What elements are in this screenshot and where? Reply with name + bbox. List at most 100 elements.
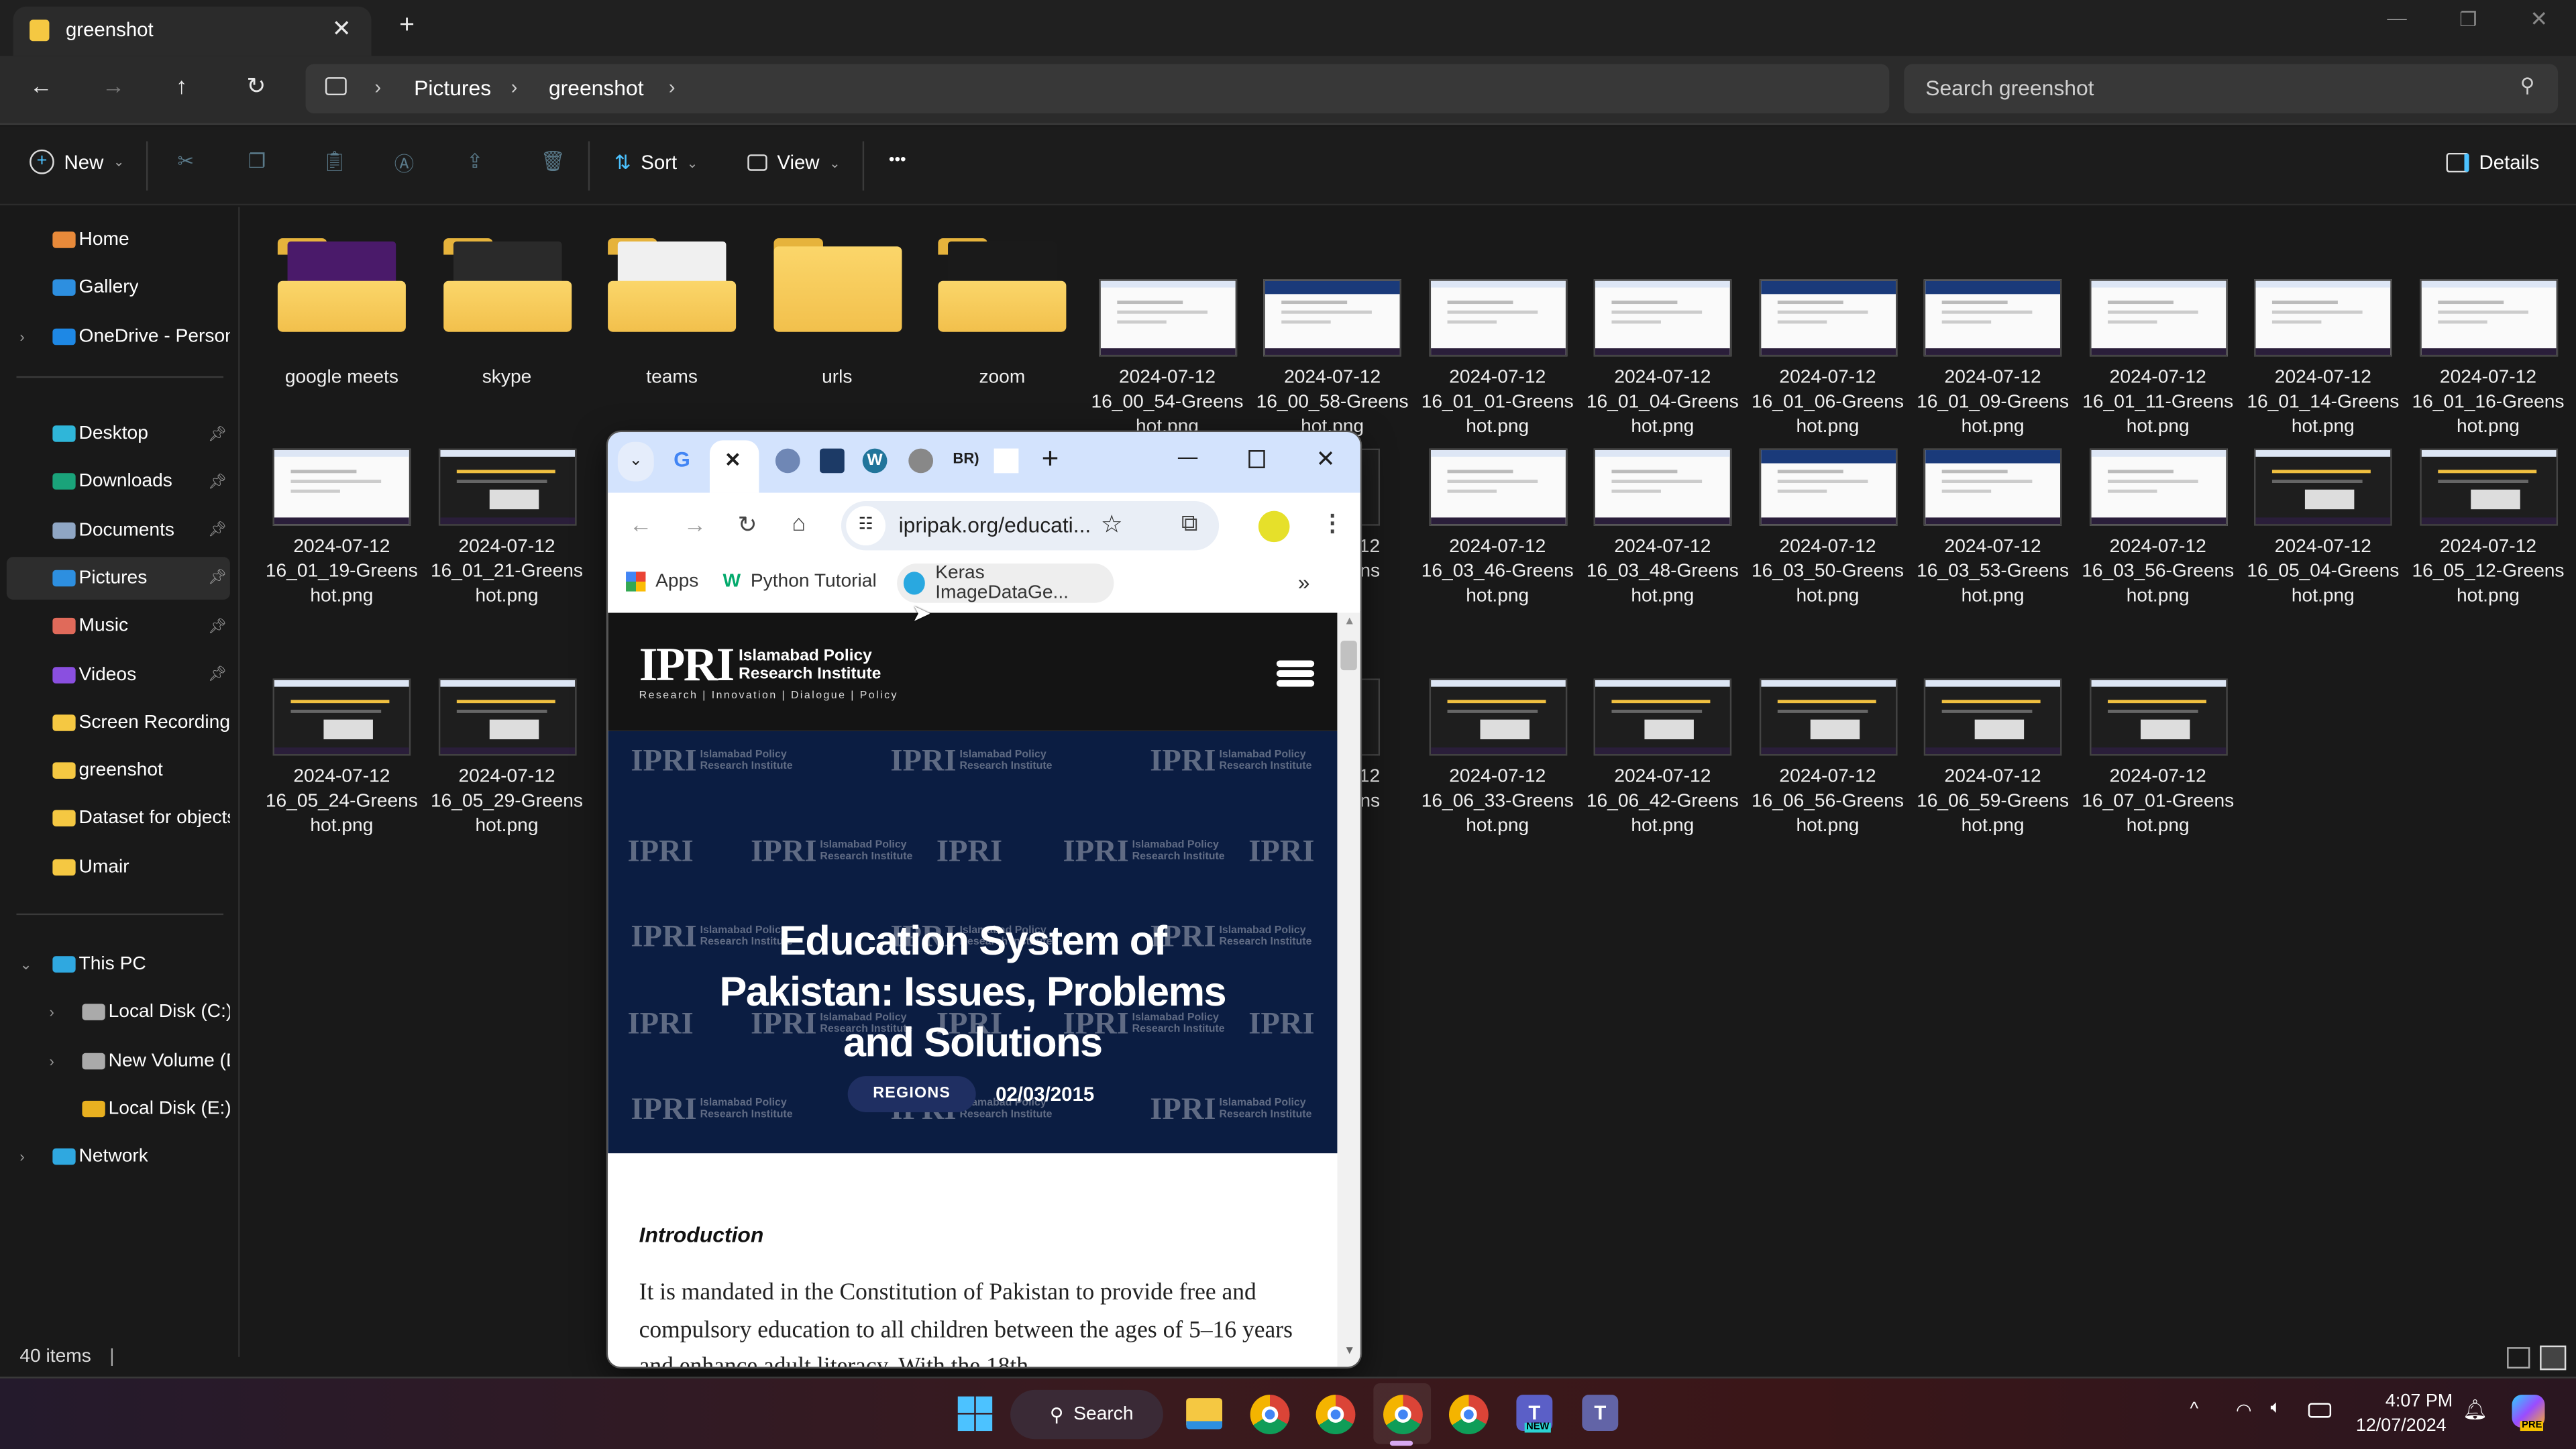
- tab-favicon-plant[interactable]: [820, 448, 845, 474]
- battery-icon[interactable]: [2308, 1403, 2332, 1418]
- hamburger-menu-icon[interactable]: [1276, 660, 1315, 687]
- file-item[interactable]: 2024-07-12 16_01_11-Greens hot.png: [2079, 279, 2237, 440]
- chrome-app[interactable]: [1250, 1395, 1290, 1434]
- bookmark-apps[interactable]: Apps: [626, 572, 698, 592]
- file-item[interactable]: 2024-07-12 16_01_16-Greens hot.png: [2409, 279, 2567, 440]
- page-scrollbar[interactable]: ▲ ▼: [1337, 612, 1360, 1367]
- ipri-logo[interactable]: IPRI Islamabad Policy Research Institute…: [639, 641, 898, 701]
- menu-kebab-icon[interactable]: ⋮: [1321, 509, 1344, 537]
- file-item[interactable]: 2024-07-12 16_01_04-Greens hot.png: [1584, 279, 1741, 440]
- file-item[interactable]: 2024-07-12 16_03_50-Greens hot.png: [1749, 448, 1907, 610]
- active-tab[interactable]: ✕: [709, 440, 759, 493]
- more-bookmarks-icon[interactable]: »: [1298, 570, 1310, 595]
- file-item[interactable]: 2024-07-12 16_03_56-Greens hot.png: [2079, 448, 2237, 610]
- scroll-thumb[interactable]: [1340, 641, 1357, 671]
- file-item[interactable]: 2024-07-12 16_00_58-Greens hot.png: [1254, 279, 1411, 440]
- file-item[interactable]: 2024-07-12 16_01_21-Greens hot.png: [428, 448, 586, 610]
- file-item[interactable]: 2024-07-12 16_01_09-Greens hot.png: [1914, 279, 2072, 440]
- back-button[interactable]: ←: [629, 511, 652, 537]
- file-name-line: 2024-07-12: [2274, 368, 2371, 388]
- file-item[interactable]: 2024-07-12 16_03_48-Greens hot.png: [1584, 448, 1741, 610]
- clock-date[interactable]: 12/07/2024: [2356, 1416, 2447, 1436]
- clock-time[interactable]: 4:07 PM: [2385, 1391, 2453, 1411]
- file-item[interactable]: 2024-07-12 16_07_01-Greens hot.png: [2079, 678, 2237, 839]
- bookmark-keras[interactable]: Keras ImageDataGe...: [897, 564, 1114, 603]
- file-name-line: hot.png: [2126, 586, 2190, 606]
- maximize-button[interactable]: [1248, 450, 1265, 468]
- file-name-line: 2024-07-12: [1449, 767, 1546, 788]
- file-item[interactable]: 2024-07-12 16_01_19-Greens hot.png: [263, 448, 421, 610]
- file-item[interactable]: 2024-07-12 16_05_24-Greens hot.png: [263, 678, 421, 839]
- close-tab-icon[interactable]: ✕: [724, 449, 741, 472]
- taskbar-search[interactable]: ⚲ Search: [1010, 1389, 1163, 1440]
- watermark-line: Islamabad Policy: [959, 749, 1046, 761]
- ipri-watermark: IPRIIslamabad PolicyResearch Institute: [890, 744, 1052, 780]
- web-page: IPRI Islamabad Policy Research Institute…: [608, 612, 1338, 1367]
- apps-grid-icon: [626, 572, 646, 592]
- tab-search-button[interactable]: ⌄: [617, 441, 654, 482]
- file-name-line: hot.png: [2456, 417, 2520, 437]
- watermark-line: Research Institute: [959, 1109, 1053, 1121]
- wordpress-tab-icon[interactable]: W: [862, 448, 888, 474]
- scroll-down-arrow[interactable]: ▼: [1344, 1346, 1355, 1357]
- folder-teams[interactable]: teams: [593, 235, 751, 391]
- file-item[interactable]: 2024-07-12 16_00_54-Greens hot.png: [1088, 279, 1246, 440]
- close-window-button[interactable]: ✕: [1316, 445, 1336, 474]
- details-view-toggle[interactable]: [2507, 1347, 2530, 1369]
- file-thumbnail: [1593, 448, 1732, 526]
- notification-bell-icon[interactable]: 🔔︎: [2463, 1398, 2487, 1421]
- folder-urls[interactable]: urls: [758, 235, 916, 391]
- file-item[interactable]: 2024-07-12 16_05_29-Greens hot.png: [428, 678, 586, 839]
- search-icon: ⚲: [1049, 1406, 1064, 1426]
- br-tab-icon[interactable]: BR): [953, 450, 979, 466]
- show-hidden-icons[interactable]: ^: [2190, 1400, 2198, 1419]
- tab-favicon-ipri[interactable]: [775, 448, 800, 474]
- category-badge[interactable]: REGIONS: [847, 1076, 976, 1112]
- chrome-profile-app[interactable]: [1316, 1395, 1356, 1434]
- file-item[interactable]: 2024-07-12 16_01_06-Greens hot.png: [1749, 279, 1907, 440]
- watermark-line: Research Institute: [1219, 1109, 1312, 1121]
- globe-tab-icon[interactable]: [908, 448, 934, 474]
- file-item[interactable]: 2024-07-12 16_05_04-Greens hot.png: [2244, 448, 2402, 610]
- file-item[interactable]: 2024-07-12 16_01_01-Greens hot.png: [1419, 279, 1576, 440]
- folder-google-meets[interactable]: google meets: [263, 235, 421, 391]
- folder-name: urls: [822, 368, 853, 388]
- folder-zoom[interactable]: zoom: [923, 235, 1081, 391]
- file-item[interactable]: 2024-07-12 16_05_12-Greens hot.png: [2409, 448, 2567, 610]
- file-name-line: 16_06_59-Greens: [1917, 792, 2070, 812]
- google-tab-icon[interactable]: G: [674, 447, 690, 472]
- file-explorer-app[interactable]: [1186, 1398, 1223, 1430]
- bookmark-star-icon[interactable]: ☆: [1101, 509, 1123, 539]
- file-item[interactable]: 2024-07-12 16_06_33-Greens hot.png: [1419, 678, 1576, 839]
- extensions-icon[interactable]: ⧉: [1181, 509, 1197, 537]
- chrome-active-app[interactable]: [1383, 1395, 1423, 1434]
- file-thumbnail: [2419, 448, 2557, 526]
- wifi-icon[interactable]: ◠: [2236, 1400, 2252, 1421]
- site-info-icon[interactable]: ☷: [846, 506, 886, 546]
- file-thumbnail: [1758, 448, 1897, 526]
- file-name-line: 16_05_04-Greens: [2247, 561, 2400, 582]
- start-button[interactable]: [957, 1396, 993, 1432]
- bookmark-python-tutorial[interactable]: W Python Tutorial: [723, 572, 877, 591]
- chrome-app[interactable]: [1449, 1395, 1489, 1434]
- minimize-button[interactable]: —: [1178, 445, 1197, 468]
- file-item[interactable]: 2024-07-12 16_06_42-Greens hot.png: [1584, 678, 1741, 839]
- omnibox[interactable]: ☷ ipripak.org/educati... ☆: [841, 500, 1220, 551]
- tiles-view-toggle[interactable]: [2540, 1345, 2567, 1371]
- file-item[interactable]: 2024-07-12 16_03_46-Greens hot.png: [1419, 448, 1576, 610]
- file-item[interactable]: 2024-07-12 16_03_53-Greens hot.png: [1914, 448, 2072, 610]
- file-item[interactable]: 2024-07-12 16_01_14-Greens hot.png: [2244, 279, 2402, 440]
- scroll-up-arrow[interactable]: ▲: [1344, 616, 1355, 627]
- forward-button[interactable]: →: [684, 511, 706, 537]
- tab-favicon-doc[interactable]: [994, 448, 1019, 474]
- file-item[interactable]: 2024-07-12 16_06_56-Greens hot.png: [1749, 678, 1907, 839]
- file-thumbnail: [2254, 279, 2392, 357]
- folder-skype[interactable]: skype: [428, 235, 586, 391]
- home-button[interactable]: ⌂: [792, 509, 806, 535]
- teams-app[interactable]: T: [1582, 1395, 1619, 1432]
- file-item[interactable]: 2024-07-12 16_06_59-Greens hot.png: [1914, 678, 2072, 839]
- new-tab-button[interactable]: +: [1042, 442, 1059, 476]
- reload-button[interactable]: ↻: [738, 511, 757, 539]
- profile-avatar[interactable]: [1258, 511, 1290, 543]
- volume-icon[interactable]: 🔈︎: [2270, 1398, 2281, 1419]
